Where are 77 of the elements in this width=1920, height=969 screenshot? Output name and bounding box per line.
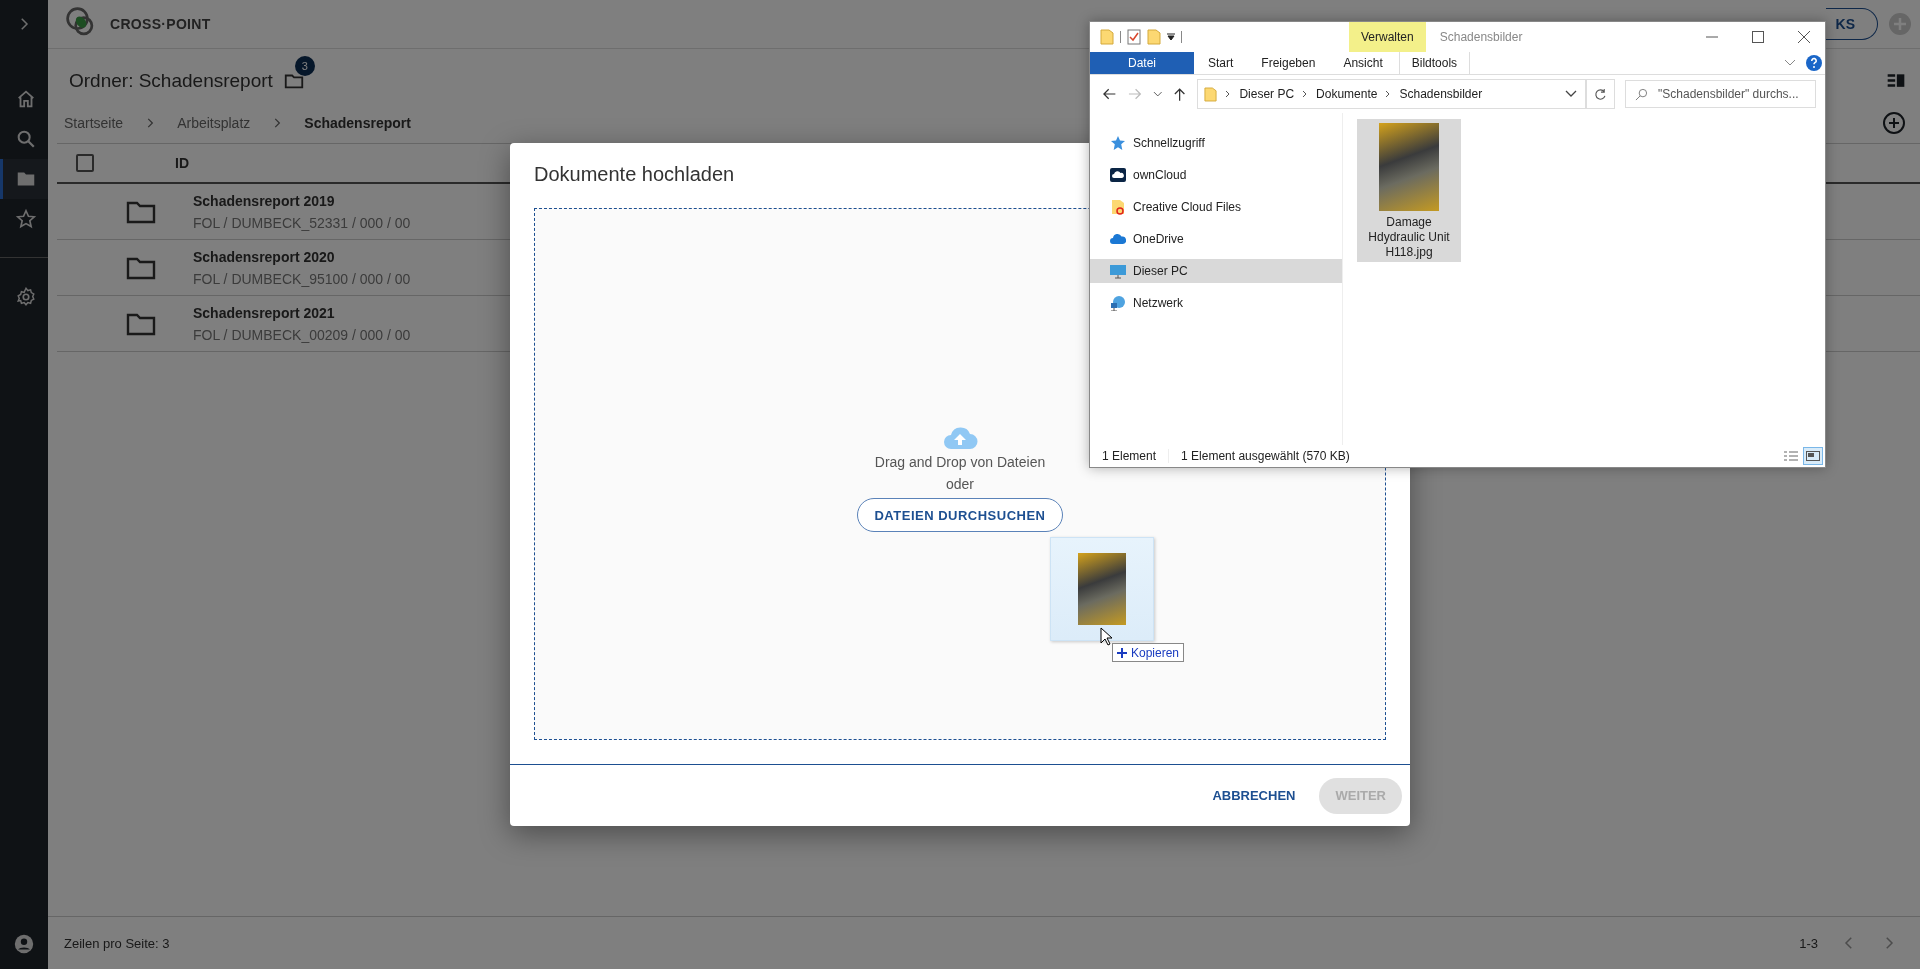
- folder-path: FOL / DUMBECK_52331 / 000 / 00: [193, 214, 411, 231]
- settings-icon: [14, 286, 37, 308]
- column-header[interactable]: ID: [175, 155, 189, 171]
- network-icon: [1110, 295, 1126, 311]
- back-arrow-icon[interactable]: [1102, 86, 1118, 102]
- cloud-icon: [1110, 231, 1126, 247]
- list-icon: [1784, 451, 1798, 461]
- photo-placeholder: [1078, 553, 1126, 625]
- ribbon-tab[interactable]: Bildtools: [1398, 52, 1471, 74]
- cancel-button[interactable]: ABBRECHEN: [1196, 777, 1312, 814]
- select-all-checkbox[interactable]: [76, 154, 94, 172]
- page-title: Ordner: Schadensreport: [69, 70, 273, 92]
- ribbon-tab[interactable]: Freigeben: [1247, 52, 1330, 74]
- count-badge: 3: [294, 56, 315, 76]
- monitor-icon: [1110, 263, 1126, 279]
- up-arrow-icon[interactable]: [1172, 86, 1188, 102]
- bookmarks-button[interactable]: KS: [1826, 8, 1878, 40]
- chevron-right-icon: [1385, 90, 1392, 98]
- thumbnail-icon: [1806, 451, 1820, 461]
- folder-icon: [126, 255, 156, 280]
- nav-pane-item[interactable]: Netzwerk: [1090, 291, 1342, 315]
- drop-hint: Drag and Drop von Dateien: [874, 453, 1046, 472]
- tooltip-text: Kopieren: [1131, 645, 1180, 660]
- chevron-right-icon: [1225, 90, 1232, 98]
- folder-icon: [126, 199, 156, 224]
- folder-path: FOL / DUMBECK_95100 / 000 / 00: [193, 270, 411, 287]
- rows-per-page-label: Zeilen pro Seite: 3: [64, 935, 170, 951]
- star-icon: [1110, 135, 1126, 151]
- address-bar[interactable]: Dieser PC Dokumente Schadensbilder: [1197, 79, 1586, 109]
- refresh-icon: [1593, 87, 1607, 101]
- context-tab[interactable]: Verwalten: [1349, 22, 1426, 52]
- chevron-right-icon: [1302, 90, 1309, 98]
- ribbon-tab[interactable]: Start: [1194, 52, 1248, 74]
- page-range: 1-3: [1799, 935, 1818, 951]
- nav-pane-item[interactable]: Dieser PC: [1090, 259, 1342, 283]
- cloud-upload-icon: [942, 426, 978, 450]
- plus-icon: [1117, 647, 1127, 658]
- search-field[interactable]: "Schadensbilder" durchs...: [1625, 80, 1816, 108]
- nav-pane-item[interactable]: Schnellzugriff: [1090, 131, 1342, 155]
- address-segment[interactable]: Dieser PC: [1239, 87, 1295, 101]
- window-title: Schadensbilder: [1439, 30, 1523, 44]
- dialog-title: Dokumente hochladen: [534, 163, 735, 187]
- folder-name[interactable]: Schadensreport 2021: [193, 304, 411, 321]
- folder-name[interactable]: Schadensreport 2019: [193, 192, 411, 209]
- folder-name[interactable]: Schadensreport 2020: [193, 248, 411, 265]
- status-text: 1 Element: [1102, 449, 1157, 463]
- cloud-icon: [1110, 167, 1126, 183]
- folder-icon: [126, 311, 156, 336]
- close-icon[interactable]: [1798, 31, 1810, 43]
- help-icon[interactable]: [1806, 55, 1822, 71]
- cursor-icon: [1100, 627, 1112, 646]
- dropdown-icon[interactable]: [1167, 33, 1175, 41]
- nav-pane-item[interactable]: ownCloud: [1090, 163, 1342, 187]
- address-segment[interactable]: Schadensbilder: [1399, 87, 1483, 101]
- folder-icon: [1204, 86, 1218, 102]
- add-circle-icon[interactable]: [1882, 111, 1906, 135]
- browse-files-button[interactable]: DATEIEN DURCHSUCHEN: [857, 498, 1063, 532]
- star-icon: [14, 208, 37, 230]
- nav-pane-item[interactable]: OneDrive: [1090, 227, 1342, 251]
- brand-name: CROSS·POINT: [110, 16, 211, 32]
- maximize-icon[interactable]: [1752, 31, 1764, 43]
- address-segment[interactable]: Dokumente: [1316, 87, 1378, 101]
- folder-icon: [1110, 199, 1126, 215]
- account-icon[interactable]: [13, 933, 35, 955]
- ribbon-tab[interactable]: Ansicht: [1329, 52, 1397, 74]
- or-label: oder: [946, 475, 974, 494]
- status-text: 1 Element ausgewählt (570 KB): [1181, 449, 1350, 463]
- folder-nav-item[interactable]: [0, 159, 48, 199]
- breadcrumb-link[interactable]: Schadensreport: [304, 115, 411, 131]
- chevron-down-icon[interactable]: [1152, 91, 1163, 97]
- refresh-button[interactable]: [1585, 79, 1615, 109]
- thumbnail-view-button[interactable]: [1803, 447, 1823, 465]
- folder-path: FOL / DUMBECK_00209 / 000 / 00: [193, 326, 411, 343]
- chevron-down-icon[interactable]: [1564, 90, 1577, 98]
- properties-icon[interactable]: [1127, 29, 1141, 45]
- file-item[interactable]: Damage Hdydraulic Unit H118.jpg: [1357, 119, 1461, 262]
- ribbon-tab[interactable]: Datei: [1090, 52, 1194, 74]
